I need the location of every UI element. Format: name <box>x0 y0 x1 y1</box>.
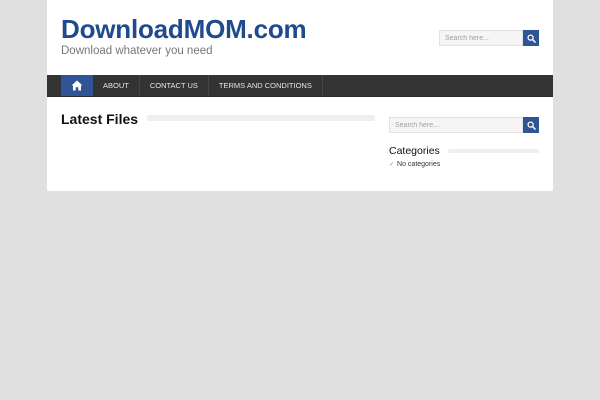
nav-item-contact-us[interactable]: CONTACT US <box>140 75 209 96</box>
sidebar-search <box>389 117 539 133</box>
search-icon <box>526 33 536 43</box>
header-search-input[interactable] <box>439 30 523 46</box>
header-search-button[interactable] <box>523 30 539 46</box>
heading-divider <box>147 115 375 121</box>
site-title[interactable]: DownloadMOM.com <box>61 14 307 45</box>
main-nav: ABOUT CONTACT US TERMS AND CONDITIONS <box>47 75 553 97</box>
categories-list-item: ✓ No categories <box>389 161 440 168</box>
categories-divider <box>448 149 539 153</box>
chevron-right-icon: ✓ <box>389 162 395 168</box>
page-container: DownloadMOM.com Download whatever you ne… <box>47 0 553 191</box>
home-icon <box>71 80 83 91</box>
latest-files-heading: Latest Files <box>61 111 139 127</box>
header-search <box>439 30 539 46</box>
nav-home-button[interactable] <box>61 75 93 96</box>
sidebar-search-input[interactable] <box>389 117 523 133</box>
categories-empty-label: No categories <box>397 161 441 168</box>
sidebar-search-button[interactable] <box>523 117 539 133</box>
categories-heading: Categories <box>389 145 440 157</box>
nav-item-about[interactable]: ABOUT <box>93 75 140 96</box>
nav-item-terms-and-conditions[interactable]: TERMS AND CONDITIONS <box>209 75 323 96</box>
site-tagline: Download whatever you need <box>61 45 213 57</box>
search-icon <box>526 120 536 130</box>
